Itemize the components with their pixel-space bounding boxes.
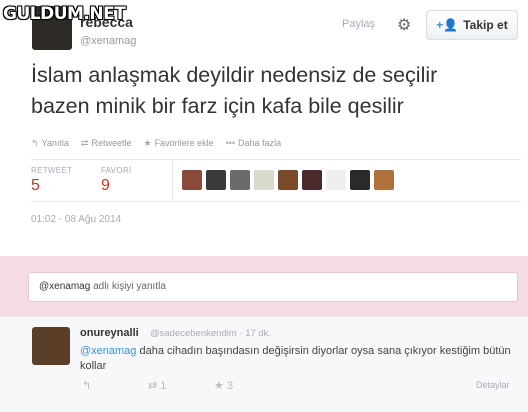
retweet-count: 5: [31, 177, 40, 194]
reply-body: daha cihadın başındasın değişirsin diyor…: [80, 345, 511, 372]
tweet-text-line-2: bazen minik bir farz için kafa bile qesi…: [31, 94, 404, 118]
reply-reply-icon[interactable]: ↰: [82, 379, 91, 392]
retweet-stat-label: RETWEET: [31, 166, 73, 175]
reply-details-link[interactable]: Detaylar: [476, 380, 510, 390]
favorite-stat[interactable]: FAVORİ 9: [101, 166, 132, 195]
reply-icon: ↰: [31, 138, 39, 148]
star-icon: ★: [143, 138, 152, 148]
reply-tweet: onureynalli @sadecebenkendim · 17 dk. @x…: [0, 316, 528, 412]
reply-retweet-count: 1: [160, 380, 167, 392]
gear-icon[interactable]: ⚙: [397, 15, 411, 35]
favoriter-avatar[interactable]: [278, 170, 298, 190]
share-link[interactable]: Paylaş: [342, 18, 375, 30]
reply-favorite-action[interactable]: ★ 3: [214, 379, 233, 392]
favoriter-avatar[interactable]: [230, 170, 250, 190]
divider: [172, 160, 173, 201]
divider: [31, 201, 521, 202]
favorite-action[interactable]: ★ Favorilere ekle: [143, 138, 213, 149]
reply-star-icon: ★: [214, 380, 224, 392]
reply-text: @xenamag daha cihadın başındasın değişir…: [80, 344, 520, 374]
favoriter-avatars: [182, 170, 394, 190]
reply-compose-area: @xenamag adlı kişiyi yanıtla: [0, 256, 528, 316]
author-handle[interactable]: @xenamag: [80, 35, 136, 47]
favoriter-avatar[interactable]: [206, 170, 226, 190]
tweet-actions: ↰ Yanıtla ⇄ Retweetle ★ Favorilere ekle •••…: [31, 138, 281, 149]
favorite-stat-label: FAVORİ: [101, 166, 132, 175]
favoriter-avatar[interactable]: [302, 170, 322, 190]
reply-mention[interactable]: @xenamag: [80, 345, 136, 357]
reply-input-placeholder: adlı kişiyi yanıtla: [90, 281, 166, 292]
tweet-text-line-1: İslam anlaşmak deyildir nedensiz de seçi…: [31, 63, 438, 87]
site-watermark: GULDUM.NET: [3, 4, 126, 24]
reply-action[interactable]: ↰ Yanıtla: [31, 138, 69, 149]
tweet-text: İslam anlaşmak deyildir nedensiz de seçi…: [31, 60, 521, 122]
more-dots-icon: •••: [225, 138, 236, 148]
retweet-stat[interactable]: RETWEET 5: [31, 166, 72, 195]
reply-author-name[interactable]: onureynalli: [80, 327, 139, 339]
tweet-timestamp[interactable]: 01:02 - 08 Ağu 2014: [31, 214, 121, 225]
reply-retweet-icon: ⇄: [148, 380, 158, 392]
reply-author-meta[interactable]: @sadecebenkendim · 17 dk.: [150, 328, 271, 339]
reply-input-mention: @xenamag: [39, 281, 91, 292]
favoriter-avatar[interactable]: [326, 170, 346, 190]
reply-favorite-count: 3: [226, 380, 234, 392]
favorite-count: 9: [101, 177, 110, 194]
more-action[interactable]: ••• Daha fazla: [226, 138, 281, 149]
retweet-action[interactable]: ⇄ Retweetle: [81, 138, 132, 149]
divider: [31, 159, 521, 160]
reply-author-avatar[interactable]: [32, 327, 70, 365]
follow-button[interactable]: +👤 Takip et: [426, 10, 518, 40]
favoriter-avatar[interactable]: [374, 170, 394, 190]
reply-input[interactable]: @xenamag adlı kişiyi yanıtla: [28, 272, 518, 302]
add-person-icon: +👤: [436, 18, 459, 32]
favoriter-avatar[interactable]: [182, 170, 202, 190]
favoriter-avatar[interactable]: [254, 170, 274, 190]
reply-retweet-action[interactable]: ⇄ 1: [148, 379, 166, 392]
retweet-icon: ⇄: [80, 138, 89, 148]
follow-button-label: Takip et: [463, 18, 508, 32]
favoriter-avatar[interactable]: [350, 170, 370, 190]
